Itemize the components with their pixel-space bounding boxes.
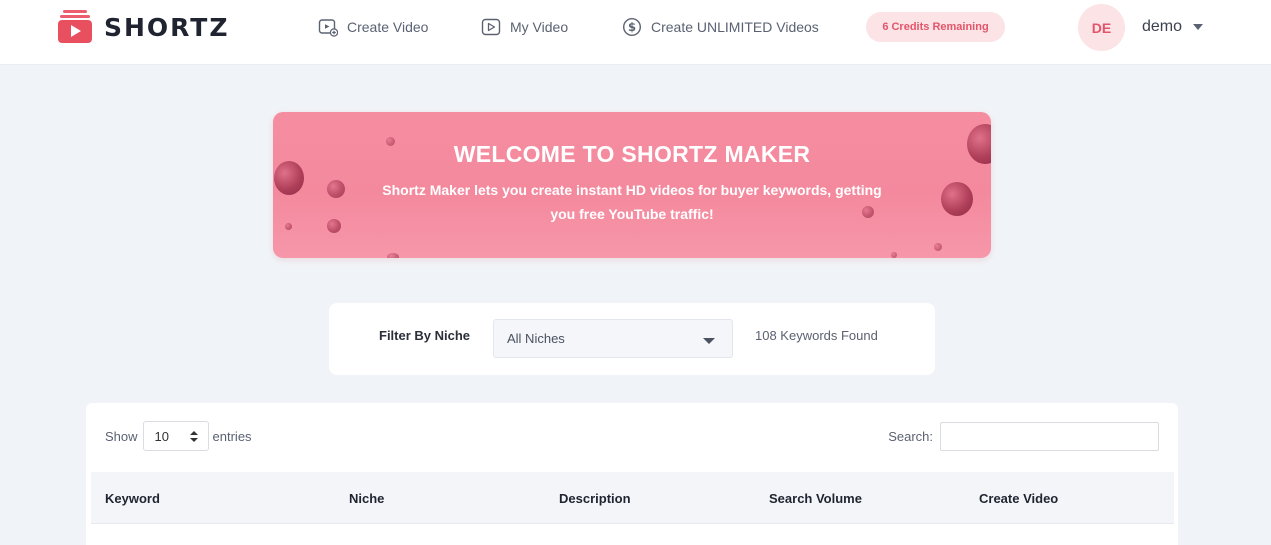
keywords-table-card: Show 10 entries Search: Keyword Niche De…	[86, 403, 1178, 545]
page-length-value: 10	[154, 428, 169, 444]
table-header-row: Keyword Niche Description Search Volume …	[91, 472, 1174, 524]
decorative-bubble	[327, 219, 341, 233]
niche-select[interactable]: All Niches	[493, 319, 733, 358]
page-length-control: Show 10 entries	[105, 421, 252, 451]
keywords-found-count: 108 Keywords Found	[755, 328, 878, 343]
page-length-select[interactable]: 10	[142, 421, 209, 451]
filter-label: Filter By Niche	[379, 328, 471, 343]
welcome-banner: WELCOME TO SHORTZ MAKER Shortz Maker let…	[273, 112, 991, 258]
user-avatar[interactable]: DE	[1078, 4, 1125, 51]
niche-select-value: All Niches	[507, 331, 565, 346]
show-label: Show	[105, 428, 138, 444]
nav-create-video[interactable]: Create Video	[318, 16, 428, 38]
nav-create-video-label: Create Video	[347, 19, 429, 35]
logo-play-icon	[58, 10, 92, 44]
caret-down-icon	[1193, 24, 1204, 30]
banner-title: WELCOME TO SHORTZ MAKER	[453, 141, 811, 167]
chevron-down-icon	[703, 338, 715, 344]
column-header-keyword[interactable]: Keyword	[105, 491, 160, 506]
niche-filter-card: Filter By Niche All Niches 108 Keywords …	[329, 303, 935, 375]
column-header-description[interactable]: Description	[559, 491, 631, 506]
dollar-coin-icon: $	[622, 17, 642, 37]
brand-name: SHORTZ	[104, 12, 230, 42]
brand-logo[interactable]: SHORTZ	[58, 10, 230, 44]
decorative-bubble	[327, 180, 345, 198]
svg-text:$: $	[628, 20, 636, 34]
banner-subtitle: Shortz Maker lets you create instant HD …	[382, 182, 882, 222]
nav-my-video[interactable]: My Video	[481, 16, 568, 38]
top-navbar: SHORTZ Create Video My Video $ Create UN…	[0, 0, 1271, 65]
nav-my-video-label: My Video	[510, 19, 569, 35]
nav-create-unlimited-label: Create UNLIMITED Videos	[651, 19, 819, 35]
decorative-bubble	[934, 243, 942, 251]
video-plus-icon	[318, 17, 338, 37]
nav-create-unlimited[interactable]: $ Create UNLIMITED Videos	[622, 16, 819, 38]
column-header-search-volume[interactable]: Search Volume	[769, 491, 862, 506]
decorative-bubble	[941, 182, 973, 216]
decorative-bubble	[387, 253, 399, 258]
table-search: Search:	[888, 422, 1159, 451]
search-label: Search:	[888, 429, 933, 444]
video-play-icon	[481, 17, 501, 37]
column-header-niche[interactable]: Niche	[349, 491, 384, 506]
entries-label: entries	[212, 428, 252, 444]
column-header-create-video[interactable]: Create Video	[979, 491, 1058, 506]
credits-badge[interactable]: 6 Credits Remaining	[866, 12, 1005, 42]
username: demo	[1142, 18, 1183, 35]
decorative-bubble	[891, 252, 897, 258]
search-input[interactable]	[940, 422, 1159, 451]
user-menu-toggle[interactable]: demo	[1142, 16, 1204, 38]
sort-arrows-icon	[189, 431, 198, 443]
decorative-bubble	[285, 223, 292, 230]
